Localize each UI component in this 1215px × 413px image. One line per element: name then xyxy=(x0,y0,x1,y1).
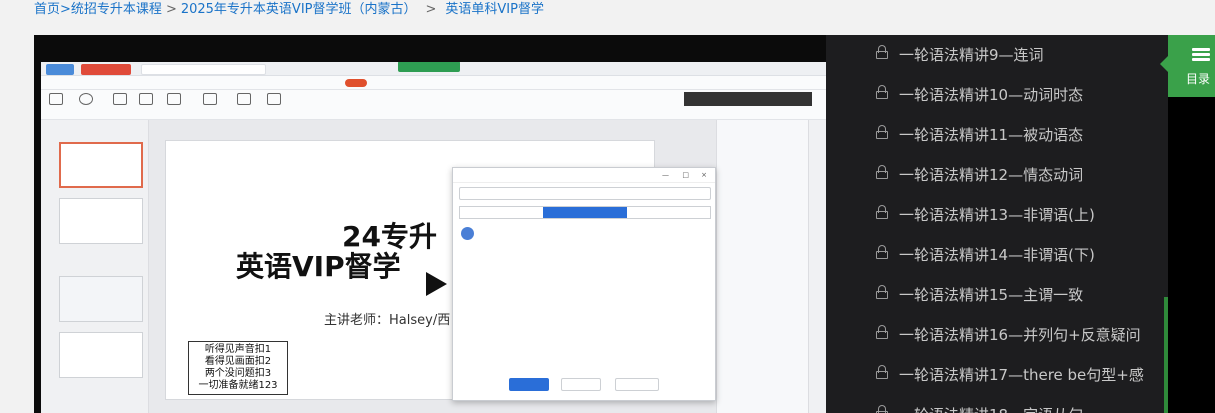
recorded-dialog-search xyxy=(459,187,711,200)
close-icon: × xyxy=(701,171,707,179)
right-edge-panel xyxy=(1168,97,1215,413)
toc-label[interactable]: 目录 xyxy=(1186,70,1210,87)
lock-icon xyxy=(876,245,888,259)
recorded-slide-thumb xyxy=(59,332,143,378)
breadcrumb-separator: > xyxy=(165,2,177,17)
recorded-ribbon-icon xyxy=(267,93,281,105)
recorded-right-pane xyxy=(716,120,808,413)
recorded-ribbon-icon xyxy=(139,93,153,105)
recorded-dialog-tab xyxy=(627,207,710,218)
breadcrumb-home[interactable]: 首页 xyxy=(34,2,60,17)
recorded-dialog-tabs xyxy=(459,206,711,219)
recorded-tab-home xyxy=(46,64,74,75)
lesson-title: 一轮语法精讲10—动词时态 xyxy=(899,86,1084,104)
video-player[interactable]: 24专升 英语VIP督学 主讲老师：Halsey/西 听得见声音扣1 看得见画面… xyxy=(34,35,826,413)
recorded-ribbon-icon xyxy=(49,93,63,105)
recorded-banner xyxy=(684,92,812,106)
lesson-title: 一轮语法精讲13—非谓语(上) xyxy=(899,206,1095,224)
slide-teacher: 主讲老师：Halsey/西 xyxy=(324,313,451,328)
recorded-dialog-tab-active xyxy=(543,207,627,218)
lesson-title: 一轮语法精讲9—连词 xyxy=(899,46,1044,64)
recorded-ribbon xyxy=(41,90,826,120)
recorded-slide-thumb xyxy=(59,142,143,188)
recorded-dialog-title: — □ × xyxy=(453,168,715,183)
lesson-title: 一轮语法精讲12—情态动词 xyxy=(899,166,1084,184)
recorded-titlebar xyxy=(41,62,826,76)
lesson-title: 一轮语法精讲16—并列句+反意疑问 xyxy=(899,326,1141,344)
lesson-item[interactable]: 一轮语法精讲13—非谓语(上) xyxy=(826,193,1166,233)
menu-icon[interactable] xyxy=(1192,48,1210,61)
recorded-dialog-button xyxy=(561,378,601,391)
lock-icon xyxy=(876,85,888,99)
slide-title-line2: 英语VIP督学 xyxy=(236,250,401,283)
lock-icon xyxy=(876,365,888,379)
lock-icon xyxy=(876,405,888,413)
avatar xyxy=(461,227,474,240)
lesson-title: 一轮语法精讲14—非谓语(下) xyxy=(899,246,1095,264)
recorded-ribbon-icon xyxy=(113,93,127,105)
breadcrumb: 首页>统招专升本课程 >2025年专升本英语VIP督学班（内蒙古） > 英语单科VIP… xyxy=(34,0,544,20)
lesson-item[interactable]: 一轮语法精讲14—非谓语(下) xyxy=(826,233,1166,273)
lesson-item[interactable]: 一轮语法精讲15—主谓一致 xyxy=(826,273,1166,313)
lock-icon xyxy=(876,285,888,299)
slide-note: 看得见画面扣2 xyxy=(204,356,272,367)
recorded-ribbon-icon xyxy=(203,93,217,105)
lock-icon xyxy=(876,165,888,179)
minimize-icon: — xyxy=(662,171,669,179)
recorded-menubar xyxy=(41,76,826,90)
recorded-ribbon-icon xyxy=(167,93,181,105)
lesson-title: 一轮语法精讲15—主谓一致 xyxy=(899,286,1084,304)
lesson-title: 一轮语法精讲17—there be句型+感 xyxy=(899,366,1144,384)
lesson-playlist: 一轮语法精讲9—连词 一轮语法精讲10—动词时态 一轮语法精讲11—被动语态 一… xyxy=(826,35,1166,413)
play-icon[interactable] xyxy=(426,272,447,296)
recorded-menu-active xyxy=(345,79,367,87)
slide-notes-box: 听得见声音扣1 看得见画面扣2 两个没问题扣3 一切准备就绪123 xyxy=(188,341,288,395)
recorded-right-strip xyxy=(808,120,826,413)
lesson-title: 一轮语法精讲11—被动语态 xyxy=(899,126,1084,144)
recorded-dialog-button xyxy=(615,378,659,391)
maximize-icon: □ xyxy=(682,171,689,179)
lesson-item[interactable]: 一轮语法精讲18—定语从句 xyxy=(826,393,1166,413)
recorded-tab-ppt xyxy=(141,64,266,75)
toc-button[interactable] xyxy=(1168,35,1215,97)
lesson-title: 一轮语法精讲18—定语从句 xyxy=(899,404,1083,413)
recorded-slide-thumb xyxy=(59,276,143,322)
lesson-item[interactable]: 一轮语法精讲9—连词 xyxy=(826,35,1166,73)
lock-icon xyxy=(876,45,888,59)
recorded-ribbon-icon xyxy=(237,93,251,105)
breadcrumb-class[interactable]: 2025年专升本英语VIP督学班（内蒙古） xyxy=(181,2,417,17)
lock-icon xyxy=(876,205,888,219)
lesson-item[interactable]: 一轮语法精讲10—动词时态 xyxy=(826,73,1166,113)
recorded-dialog-row xyxy=(461,226,711,242)
lesson-item[interactable]: 一轮语法精讲11—被动语态 xyxy=(826,113,1166,153)
video-frame-screen-recording: 24专升 英语VIP督学 主讲老师：Halsey/西 听得见声音扣1 看得见画面… xyxy=(41,62,826,413)
recorded-dialog: — □ × xyxy=(452,167,716,401)
recorded-slide-thumb xyxy=(59,198,143,244)
recorded-thumbnail-pane xyxy=(41,120,149,413)
breadcrumb-current[interactable]: 英语单科VIP督学 xyxy=(445,2,544,17)
slide-note: 听得见声音扣1 xyxy=(204,344,272,355)
recorded-share-badge xyxy=(398,62,460,72)
breadcrumb-separator: > xyxy=(425,2,437,17)
lesson-item[interactable]: 一轮语法精讲16—并列句+反意疑问 xyxy=(826,313,1166,353)
lock-icon xyxy=(876,325,888,339)
lesson-item[interactable]: 一轮语法精讲12—情态动词 xyxy=(826,153,1166,193)
breadcrumb-course-category[interactable]: 统招专升本课程 xyxy=(71,2,162,17)
lock-icon xyxy=(876,125,888,139)
slide-note: 一切准备就绪123 xyxy=(198,380,278,391)
toc-tab-pointer xyxy=(1160,56,1168,72)
slide-note: 两个没问题扣3 xyxy=(204,368,272,379)
recorded-ribbon-icon xyxy=(79,93,93,105)
lesson-item[interactable]: 一轮语法精讲17—there be句型+感 xyxy=(826,353,1166,393)
recorded-tab-doc xyxy=(81,64,131,75)
recorded-dialog-primary-button xyxy=(509,378,549,391)
breadcrumb-separator: > xyxy=(60,2,71,17)
recorded-dialog-tab xyxy=(460,207,543,218)
